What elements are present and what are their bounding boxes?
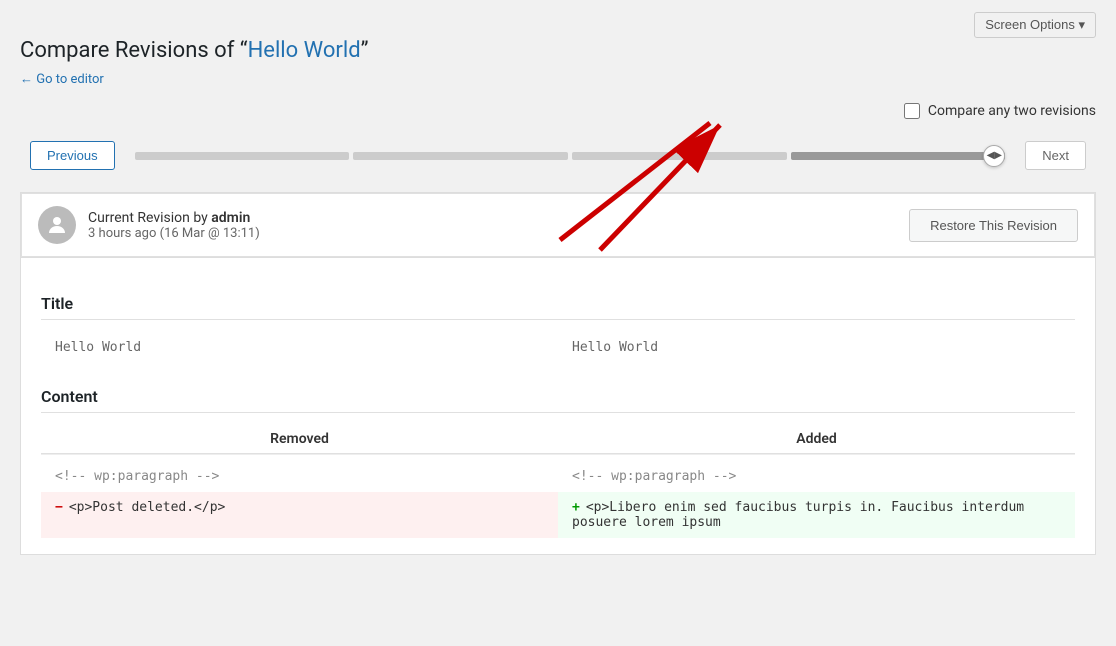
comment-diff-row: <!-- wp:paragraph --> <!-- wp:paragraph … [41, 461, 1075, 492]
revision-left: Current Revision by admin 3 hours ago (1… [38, 206, 260, 244]
diff-column-headers: Removed Added [41, 425, 1075, 455]
title-left-cell: Hello World [41, 332, 558, 363]
diff-removed-header: Removed [41, 425, 558, 454]
next-button[interactable]: Next [1025, 141, 1086, 170]
compare-options-row: Compare any two revisions [20, 103, 1096, 119]
revision-meta: Current Revision by admin 3 hours ago (1… [88, 210, 260, 241]
go-to-editor-link[interactable]: ← Go to editor [20, 71, 104, 87]
diff-title-section: Title Hello World Hello World [41, 294, 1075, 363]
slider-segment-3 [572, 152, 787, 160]
diff-plus-sign: + [572, 500, 580, 515]
revision-by: Current Revision by admin [88, 210, 260, 226]
removed-cell: −<p>Post deleted.</p> [41, 492, 558, 538]
page-wrapper: Screen Options ▾ Compare Revisions of “H… [0, 0, 1116, 646]
avatar [38, 206, 76, 244]
diff-content-heading: Content [41, 387, 1075, 413]
title-right-cell: Hello World [558, 332, 1075, 363]
diff-added-header: Added [558, 425, 1075, 454]
slider-track[interactable]: ◀▶ [135, 152, 1006, 160]
compare-revisions-label: Compare any two revisions [928, 103, 1096, 119]
screen-options-button[interactable]: Screen Options ▾ [974, 12, 1096, 38]
title-diff-table: Hello World Hello World [41, 332, 1075, 363]
title-diff-row: Hello World Hello World [41, 332, 1075, 363]
removed-text: <p>Post deleted.</p> [69, 500, 226, 515]
revision-date: 3 hours ago (16 Mar @ 13:11) [88, 226, 260, 241]
revision-info-inner: Current Revision by admin 3 hours ago (1… [21, 193, 1095, 257]
comment-right-cell: <!-- wp:paragraph --> [558, 461, 1075, 492]
content-area: Compare Revisions of “Hello World” ← Go … [0, 38, 1116, 575]
added-text: <p>Libero enim sed faucibus turpis in. F… [572, 500, 1024, 530]
restore-revision-button[interactable]: Restore This Revision [909, 209, 1078, 242]
nav-slider-row: Previous ◀▶ Next [20, 133, 1096, 178]
revision-author: admin [211, 210, 250, 226]
diff-area: Title Hello World Hello World Content Re… [20, 258, 1096, 555]
diff-content-section: Content Removed Added <!-- wp:paragraph … [41, 387, 1075, 538]
content-diff-row: −<p>Post deleted.</p> +<p>Libero enim se… [41, 492, 1075, 538]
previous-button[interactable]: Previous [30, 141, 115, 170]
slider-segments: ◀▶ [135, 152, 1006, 160]
revision-info-row: Current Revision by admin 3 hours ago (1… [20, 192, 1096, 258]
diff-minus-sign: − [55, 500, 63, 515]
post-title-link[interactable]: Hello World [248, 38, 361, 63]
slider-handle[interactable]: ◀▶ [983, 145, 1005, 167]
page-title: Compare Revisions of “Hello World” [20, 38, 1096, 63]
comment-left-cell: <!-- wp:paragraph --> [41, 461, 558, 492]
content-diff-table: <!-- wp:paragraph --> <!-- wp:paragraph … [41, 461, 1075, 538]
added-cell: +<p>Libero enim sed faucibus turpis in. … [558, 492, 1075, 538]
slider-segment-4 [791, 152, 1006, 160]
diff-title-heading: Title [41, 294, 1075, 320]
slider-segment-2 [353, 152, 568, 160]
compare-revisions-checkbox[interactable] [904, 103, 920, 119]
slider-segment-1 [135, 152, 350, 160]
top-bar: Screen Options ▾ [0, 0, 1116, 38]
